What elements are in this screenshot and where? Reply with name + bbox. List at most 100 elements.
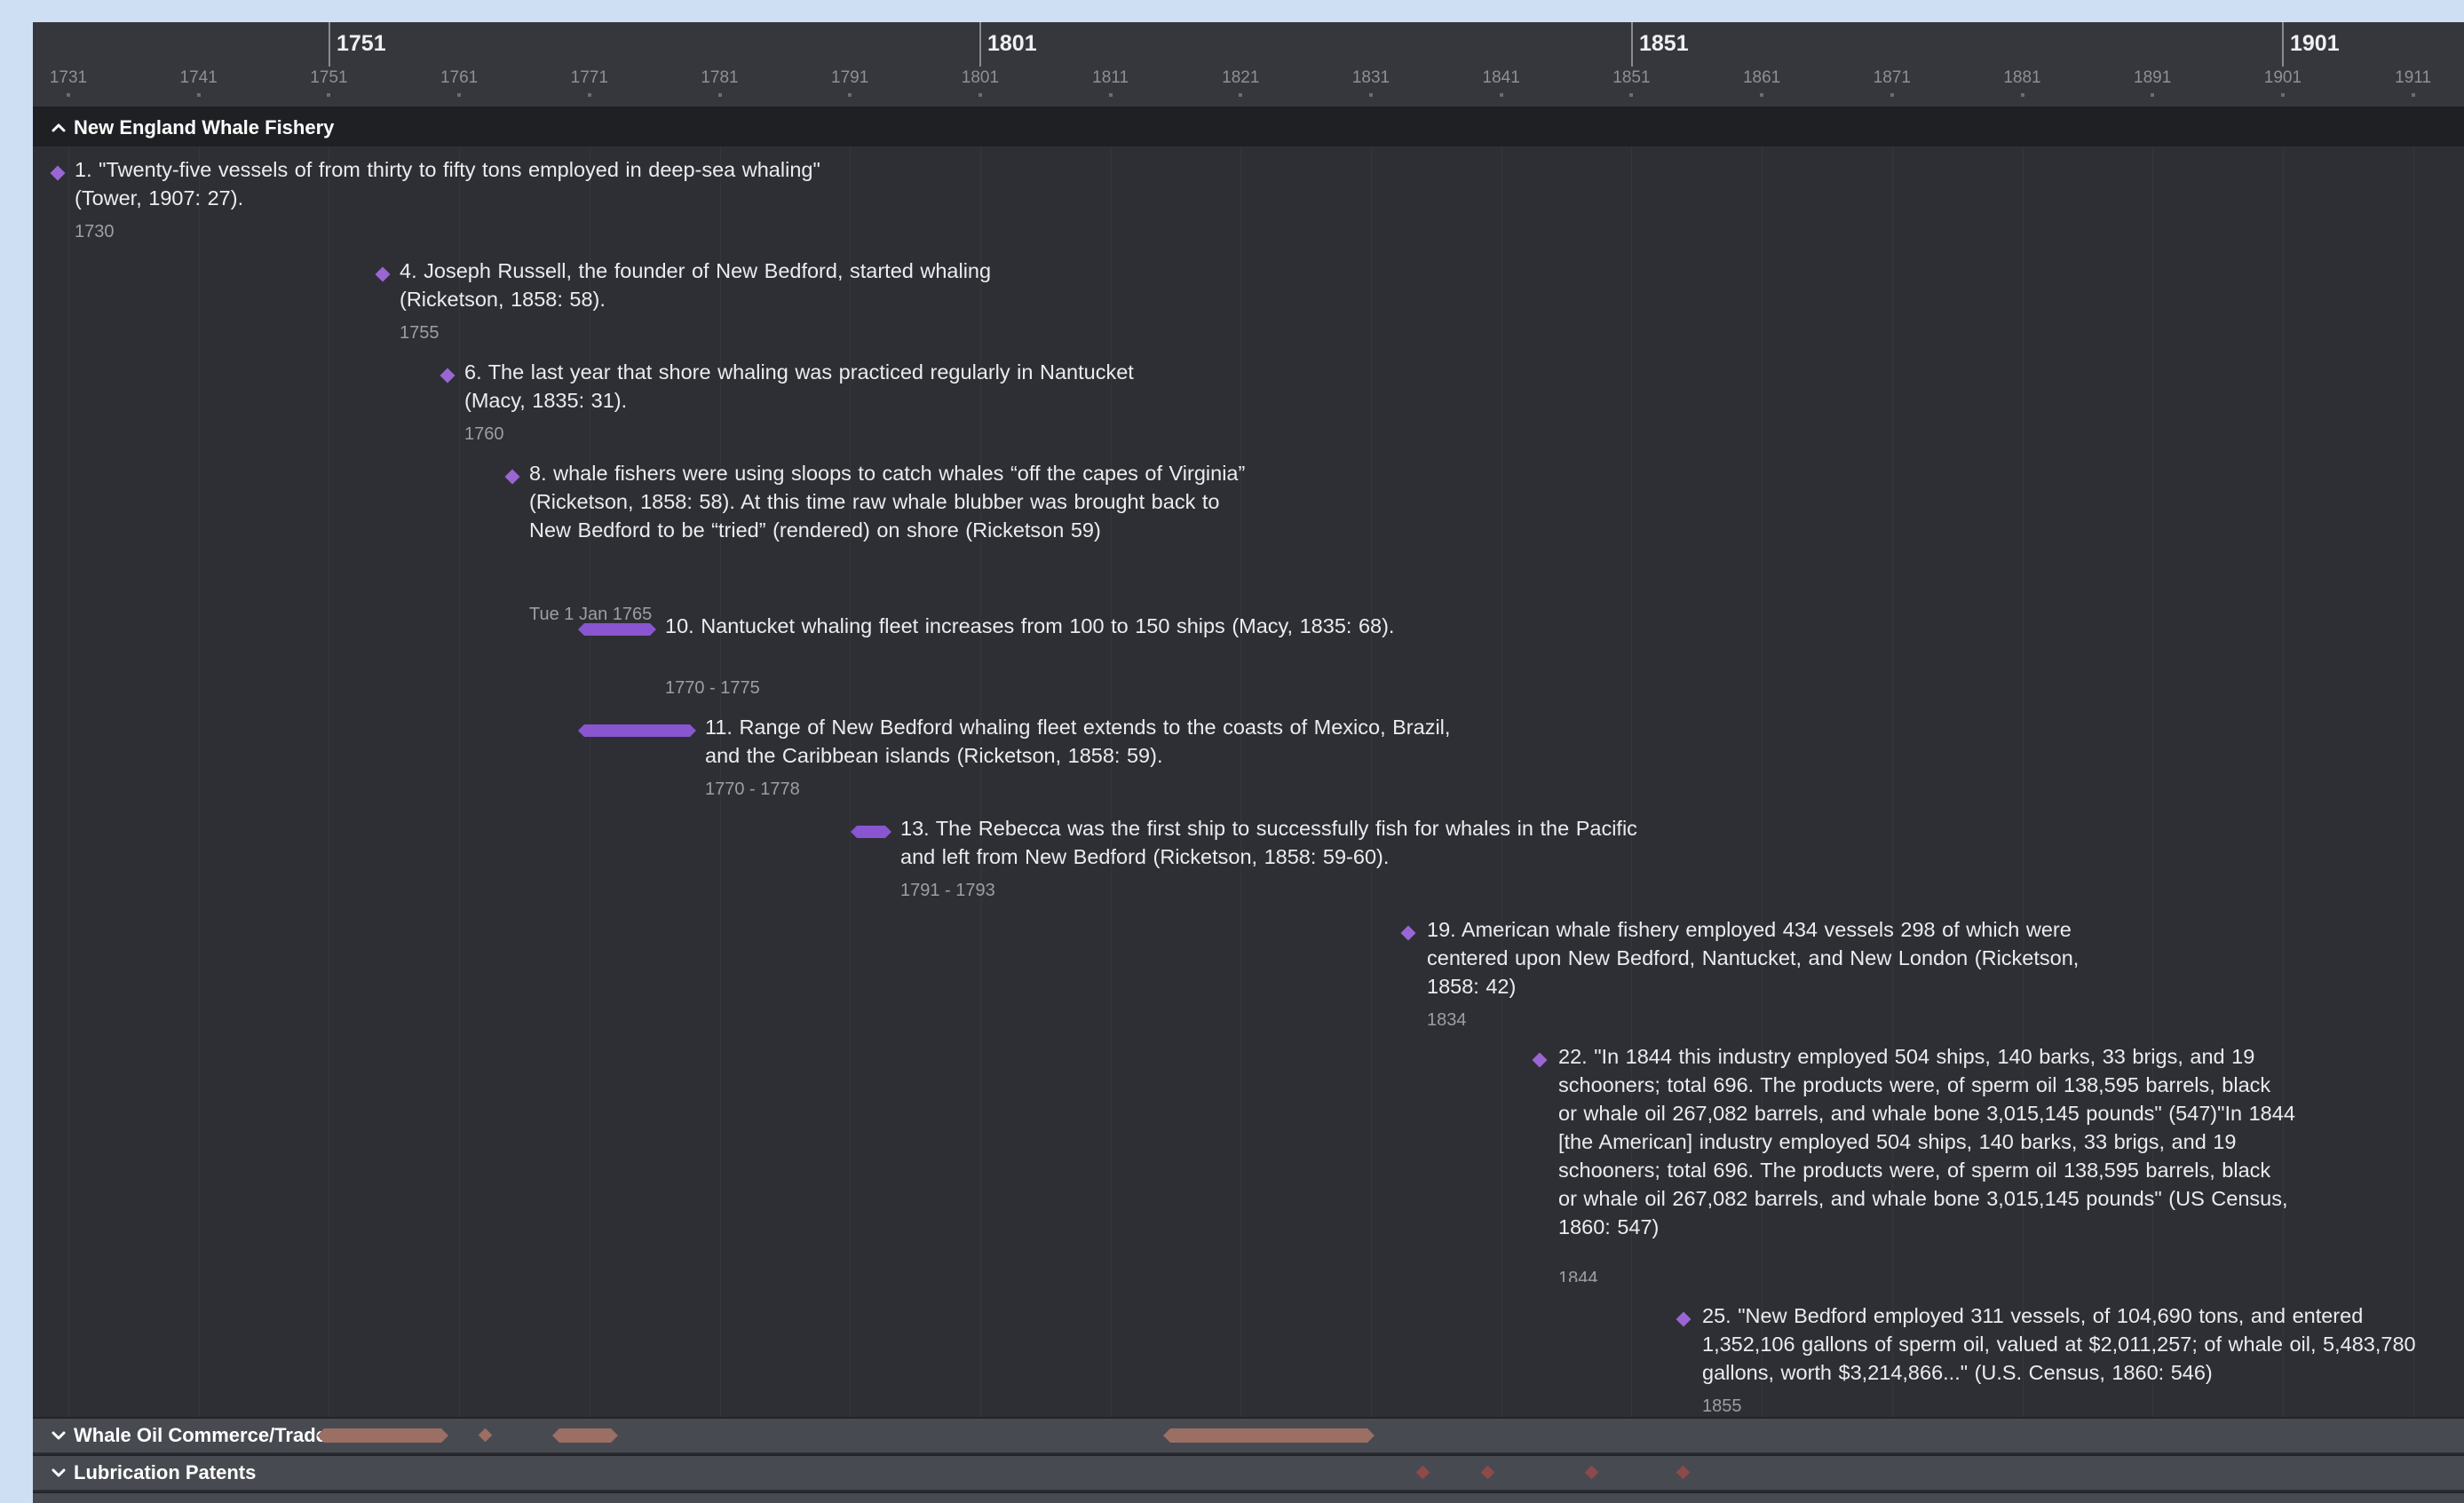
event-date: 1760 (464, 424, 504, 444)
event-span-bar[interactable] (578, 724, 696, 737)
major-tick (2282, 22, 2284, 67)
major-tick (979, 22, 981, 67)
minor-tick-dot (67, 93, 70, 97)
minor-tick-dot (196, 93, 201, 97)
minor-tick-dot (1890, 93, 1894, 97)
event-point-marker[interactable] (504, 469, 520, 485)
minor-tick-dot (1499, 93, 1503, 97)
collapsed-event-marker[interactable] (1584, 1465, 1599, 1480)
grid-line (1240, 109, 1241, 1437)
event-date: 1770 - 1775 (665, 678, 760, 698)
minor-tick-dot (717, 93, 722, 97)
event-title[interactable]: 1. "Twenty-five vessels of from thirty t… (75, 155, 829, 212)
minor-year-label: 1761 (440, 68, 479, 87)
minor-year-label: 1841 (1482, 68, 1520, 87)
minor-tick-dot (1629, 93, 1634, 97)
minor-year-label: 1871 (1873, 68, 1911, 87)
event-title[interactable]: 4. Joseph Russell, the founder of New Be… (400, 257, 1039, 313)
event-date: 1730 (75, 222, 115, 241)
band-whale-oil-commerce-trade[interactable]: Whale Oil Commerce/Trade (33, 1417, 2464, 1452)
event-title[interactable]: 10. Nantucket whaling fleet increases fr… (665, 612, 1429, 640)
collapsed-event-marker[interactable] (478, 1428, 493, 1443)
collapsed-event-marker[interactable] (1676, 1465, 1691, 1480)
major-tick (329, 22, 330, 67)
minor-tick-dot (848, 93, 852, 97)
grid-line (1371, 109, 1372, 1437)
major-tick (1631, 22, 1633, 67)
event-point-marker[interactable] (1532, 1052, 1548, 1068)
minor-year-label: 1911 (2395, 68, 2432, 87)
minor-year-label: 1891 (2134, 68, 2172, 87)
event-title[interactable]: 8. whale fishers were using sloops to ca… (529, 459, 1248, 544)
time-ruler[interactable]: 1751 1801 1851 1901 1731 1741 1751 1761 1771… (33, 22, 2464, 109)
grid-line (1501, 109, 1502, 1437)
event-span-bar[interactable] (851, 826, 891, 838)
event-point-marker[interactable] (375, 266, 391, 282)
minor-year-label: 1791 (831, 68, 869, 87)
band-title: Lubrication Patents (74, 1461, 257, 1483)
band-next[interactable] (33, 1491, 2464, 1503)
minor-tick-dot (1239, 93, 1243, 97)
event-title[interactable]: 13. The Rebecca was the first ship to su… (900, 814, 1646, 871)
event-point-marker[interactable] (1676, 1311, 1692, 1327)
event-title[interactable]: 22. "In 1844 this industry employed 504 … (1558, 1042, 2295, 1241)
event-point-marker[interactable] (50, 165, 66, 181)
collapsed-event-bar[interactable] (552, 1428, 618, 1443)
collapsed-event-marker[interactable] (1415, 1465, 1430, 1480)
minor-tick-dot (2151, 93, 2155, 97)
minor-year-label: 1881 (2003, 68, 2041, 87)
minor-tick-dot (1760, 93, 1764, 97)
minor-year-label: 1901 (2263, 68, 2302, 87)
major-year-label: 1901 (2290, 31, 2340, 56)
minor-year-label: 1781 (701, 68, 739, 87)
timeline-app: 1751 1801 1851 1901 1731 1741 1751 1761 1771… (33, 22, 2464, 1503)
band-title: New England Whale Fishery (74, 116, 335, 138)
event-date: Tue 1 Jan 1765 (529, 605, 653, 622)
minor-year-label: 1731 (49, 68, 88, 87)
minor-year-label: 1801 (961, 68, 1000, 87)
collapsed-event-bar[interactable] (317, 1428, 448, 1443)
event-date: 1755 (400, 323, 440, 343)
major-year-label: 1801 (987, 31, 1037, 56)
collapsed-event-bar[interactable] (1163, 1428, 1375, 1443)
minor-year-label: 1741 (179, 68, 218, 87)
grid-line (68, 109, 69, 1437)
band-lubrication-patents[interactable]: Lubrication Patents (33, 1454, 2464, 1490)
event-date: 1844 (1558, 1269, 1598, 1282)
grid-line (1111, 109, 1112, 1437)
minor-tick-dot (2020, 93, 2024, 97)
minor-year-label: 1861 (1742, 68, 1781, 87)
event-point-marker[interactable] (440, 368, 456, 384)
event-title[interactable]: 6. The last year that shore whaling was … (464, 358, 1175, 415)
minor-year-label: 1831 (1351, 68, 1390, 87)
minor-tick-dot (587, 93, 591, 97)
minor-year-label: 1811 (1092, 68, 1129, 87)
chevron-down-icon[interactable] (51, 1465, 67, 1481)
minor-tick-dot (1108, 93, 1113, 97)
minor-tick-dot (978, 93, 982, 97)
collapsed-event-marker[interactable] (1480, 1465, 1495, 1480)
event-title[interactable]: 11. Range of New Bedford whaling fleet e… (705, 713, 1469, 770)
band-new-england-whale-fishery[interactable]: New England Whale Fishery (33, 109, 2464, 146)
minor-year-label: 1821 (1222, 68, 1260, 87)
band-title: Whale Oil Commerce/Trade (74, 1424, 327, 1446)
minor-tick-dot (2280, 93, 2285, 97)
grid-line (199, 109, 200, 1437)
event-date: 1791 - 1793 (900, 881, 995, 900)
major-year-label: 1751 (337, 31, 386, 56)
minor-year-label: 1771 (570, 68, 608, 87)
minor-year-label: 1751 (310, 68, 348, 87)
event-title[interactable]: 25. "New Bedford employed 311 vessels, o… (1702, 1301, 2439, 1387)
event-point-marker[interactable] (1400, 925, 1416, 941)
major-year-label: 1851 (1639, 31, 1689, 56)
chevron-up-icon[interactable] (51, 120, 67, 136)
grid-line (2413, 109, 2414, 1437)
chevron-down-icon[interactable] (51, 1428, 67, 1444)
event-title[interactable]: 19. American whale fishery employed 434 … (1427, 915, 2137, 1001)
minor-tick-dot (457, 93, 462, 97)
minor-tick-dot (2411, 93, 2415, 97)
event-span-bar[interactable] (578, 623, 656, 636)
minor-year-label: 1851 (1612, 68, 1651, 87)
minor-tick-dot (327, 93, 331, 97)
event-date: 1770 - 1778 (705, 779, 800, 799)
